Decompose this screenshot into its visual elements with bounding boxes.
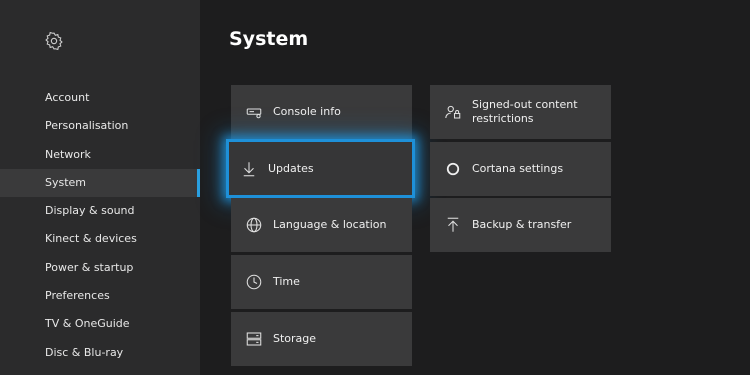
sidebar-item-kinect-devices[interactable]: Kinect & devices (0, 225, 200, 253)
tile-updates[interactable]: Updates (226, 139, 415, 198)
sidebar-item-disc-bluray[interactable]: Disc & Blu-ray (0, 339, 200, 367)
tile-label: Cortana settings (472, 162, 564, 175)
sidebar-nav: Account Personalisation Network System D… (0, 84, 200, 367)
gear-icon[interactable] (44, 31, 64, 51)
user-lock-icon (443, 102, 463, 122)
sidebar: Account Personalisation Network System D… (0, 0, 200, 375)
globe-icon (244, 215, 264, 235)
sidebar-item-display-sound[interactable]: Display & sound (0, 197, 200, 225)
tile-label: Time (273, 275, 300, 288)
sidebar-item-preferences[interactable]: Preferences (0, 282, 200, 310)
download-arrow-icon (239, 159, 259, 179)
tile-label: Signed-out content restrictions (472, 98, 578, 125)
tile-signed-out-content-restrictions[interactable]: Signed-out content restrictions (430, 85, 611, 139)
tile-time[interactable]: Time (231, 255, 412, 309)
tile-cortana-settings[interactable]: Cortana settings (430, 142, 611, 196)
tile-label: Backup & transfer (472, 218, 572, 231)
tile-label: Console info (273, 105, 341, 118)
tile-console-info[interactable]: Console info (231, 85, 412, 139)
sidebar-item-account[interactable]: Account (0, 84, 200, 112)
sidebar-item-tv-oneguide[interactable]: TV & OneGuide (0, 310, 200, 338)
tile-language-location[interactable]: Language & location (231, 198, 412, 252)
tile-backup-transfer[interactable]: Backup & transfer (430, 198, 611, 252)
console-icon (244, 102, 264, 122)
sidebar-item-power-startup[interactable]: Power & startup (0, 254, 200, 282)
sidebar-item-personalisation[interactable]: Personalisation (0, 112, 200, 140)
sidebar-item-system[interactable]: System (0, 168, 200, 198)
clock-icon (244, 272, 264, 292)
tile-storage[interactable]: Storage (231, 312, 412, 366)
sidebar-item-network[interactable]: Network (0, 141, 200, 169)
cortana-ring-icon (443, 159, 463, 179)
xbox-settings-screen: Account Personalisation Network System D… (0, 0, 750, 375)
tile-label: Updates (268, 161, 314, 175)
tile-label: Language & location (273, 218, 387, 231)
upload-arrow-icon (443, 215, 463, 235)
tile-label: Storage (273, 332, 317, 345)
page-title: System (229, 28, 309, 50)
storage-icon (244, 329, 264, 349)
